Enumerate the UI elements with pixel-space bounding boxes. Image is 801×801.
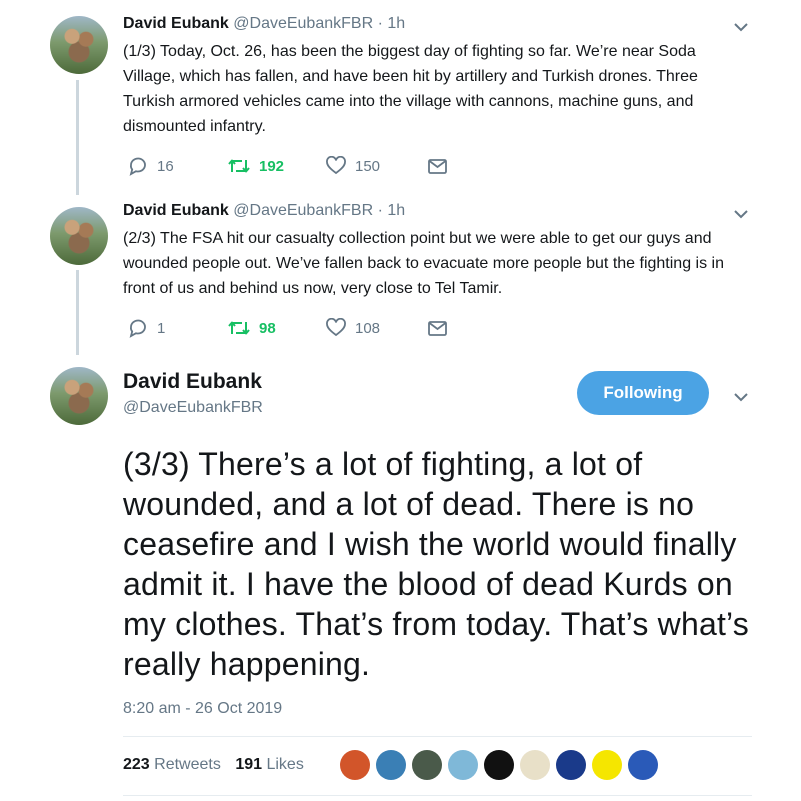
direct-message-button[interactable] xyxy=(427,318,449,338)
engagement-stats: 223 Retweets 191 Likes xyxy=(123,756,314,774)
like-count: 150 xyxy=(355,157,381,175)
author-name[interactable]: David Eubank xyxy=(123,370,262,394)
thread-connector xyxy=(76,270,79,355)
retweets-count: 223 xyxy=(123,756,150,773)
liker-avatar[interactable] xyxy=(340,750,370,780)
author-name[interactable]: David Eubank xyxy=(123,202,229,219)
likes-stat[interactable]: 191 Likes xyxy=(235,756,314,773)
tweet-timestamp[interactable]: 8:20 am - 26 Oct 2019 xyxy=(123,700,282,718)
retweet-icon xyxy=(227,318,251,338)
likes-count: 191 xyxy=(235,756,263,773)
reply-icon xyxy=(127,156,149,176)
liker-avatar[interactable] xyxy=(448,750,478,780)
thread-connector xyxy=(76,80,79,195)
author-name[interactable]: David Eubank xyxy=(123,15,229,32)
liker-avatar[interactable] xyxy=(628,750,658,780)
chevron-down-icon[interactable] xyxy=(734,22,748,32)
liker-avatars xyxy=(340,750,658,780)
author-handle[interactable]: @DaveEubankFBR xyxy=(233,15,373,32)
tweet-header: David Eubank @DaveEubankFBR · 1h xyxy=(123,202,405,220)
heart-icon xyxy=(325,156,347,176)
tweet-actions: 16 192 150 xyxy=(127,156,457,178)
likes-label: Likes xyxy=(266,756,304,773)
liker-avatar[interactable] xyxy=(556,750,586,780)
liker-avatar[interactable] xyxy=(484,750,514,780)
chevron-down-icon[interactable] xyxy=(734,392,748,402)
tweet-text: (1/3) Today, Oct. 26, has been the bigge… xyxy=(123,43,698,135)
retweet-button[interactable]: 98 xyxy=(227,318,276,338)
like-button[interactable]: 108 xyxy=(325,318,380,338)
reply-button[interactable]: 16 xyxy=(127,156,174,176)
divider xyxy=(123,795,752,796)
tweet-text: (2/3) The FSA hit our casualty collectio… xyxy=(123,230,724,297)
envelope-icon xyxy=(427,318,449,338)
retweet-count: 98 xyxy=(259,319,276,337)
retweet-count: 192 xyxy=(259,157,285,175)
tweet-header: David Eubank @DaveEubankFBR · 1h xyxy=(123,15,405,33)
separator-dot: · xyxy=(377,15,383,32)
author-handle[interactable]: @DaveEubankFBR xyxy=(233,202,373,219)
reply-button[interactable]: 1 xyxy=(127,318,165,338)
reply-icon xyxy=(127,318,149,338)
heart-icon xyxy=(325,318,347,338)
tweet-time[interactable]: 1h xyxy=(387,15,405,32)
following-button[interactable]: Following xyxy=(577,371,709,415)
chevron-down-icon[interactable] xyxy=(734,209,748,219)
liker-avatar[interactable] xyxy=(520,750,550,780)
liker-avatar[interactable] xyxy=(376,750,406,780)
retweets-stat[interactable]: 223 Retweets xyxy=(123,756,231,773)
author-handle[interactable]: @DaveEubankFBR xyxy=(123,399,263,417)
reply-count: 1 xyxy=(157,319,166,337)
separator-dot: · xyxy=(377,202,383,219)
tweet-text: (3/3) There’s a lot of fighting, a lot o… xyxy=(123,446,749,682)
retweet-button[interactable]: 192 xyxy=(227,156,284,176)
divider xyxy=(123,736,752,737)
liker-avatar[interactable] xyxy=(412,750,442,780)
reply-count: 16 xyxy=(157,157,174,175)
avatar[interactable] xyxy=(50,367,108,425)
tweet-actions: 1 98 108 xyxy=(127,318,457,340)
retweets-label: Retweets xyxy=(154,756,221,773)
tweet-time[interactable]: 1h xyxy=(387,202,405,219)
avatar[interactable] xyxy=(50,16,108,74)
like-button[interactable]: 150 xyxy=(325,156,380,176)
liker-avatar[interactable] xyxy=(592,750,622,780)
retweet-icon xyxy=(227,156,251,176)
direct-message-button[interactable] xyxy=(427,156,449,176)
envelope-icon xyxy=(427,156,449,176)
avatar[interactable] xyxy=(50,207,108,265)
like-count: 108 xyxy=(355,319,381,337)
